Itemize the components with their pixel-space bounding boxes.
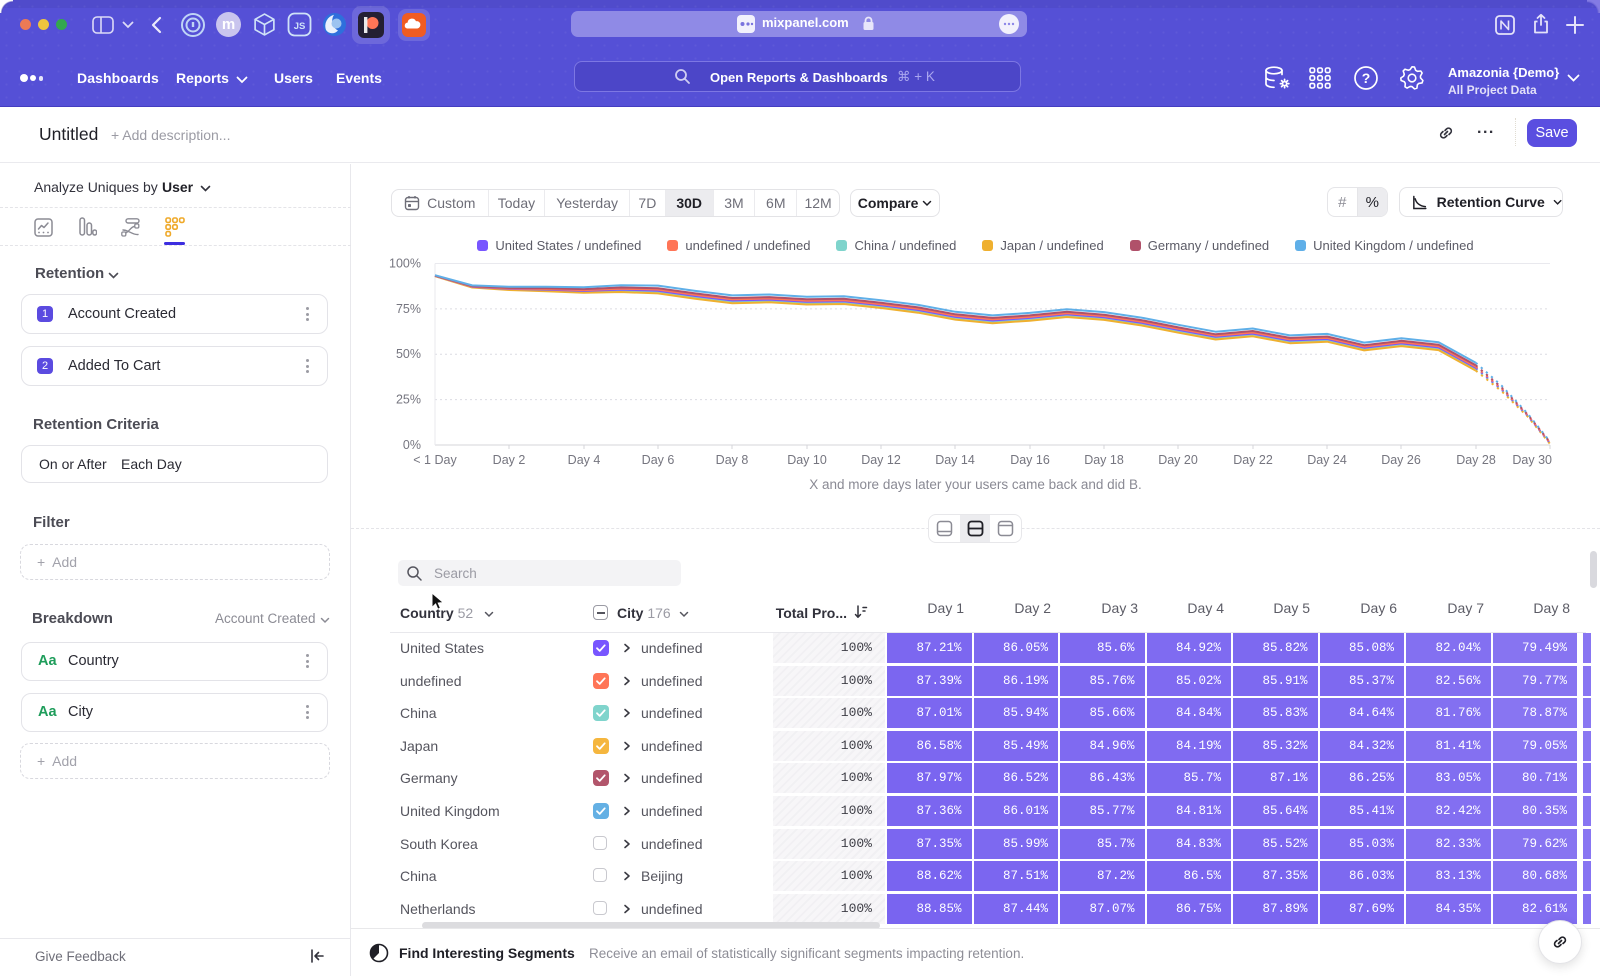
svg-text:25%: 25% [396, 393, 421, 407]
svg-text:Day 14: Day 14 [935, 453, 975, 467]
svg-text:Day 16: Day 16 [1010, 453, 1050, 467]
svg-text:100%: 100% [389, 257, 421, 271]
svg-text:Day 30: Day 30 [1512, 453, 1552, 467]
svg-text:0%: 0% [403, 438, 421, 452]
svg-text:Day 22: Day 22 [1233, 453, 1273, 467]
svg-text:75%: 75% [396, 302, 421, 316]
svg-text:Day 24: Day 24 [1307, 453, 1347, 467]
svg-text:Day 4: Day 4 [568, 453, 601, 467]
svg-text:Day 10: Day 10 [787, 453, 827, 467]
svg-text:Day 6: Day 6 [642, 453, 675, 467]
svg-text:Day 2: Day 2 [493, 453, 526, 467]
svg-text:Day 12: Day 12 [861, 453, 901, 467]
svg-text:Day 26: Day 26 [1381, 453, 1421, 467]
svg-text:?: ? [1362, 70, 1371, 86]
svg-text:Day 18: Day 18 [1084, 453, 1124, 467]
svg-text:JS: JS [294, 21, 306, 32]
svg-text:Day 28: Day 28 [1456, 453, 1496, 467]
svg-text:Day 20: Day 20 [1158, 453, 1198, 467]
svg-text:50%: 50% [396, 347, 421, 361]
svg-text:< 1 Day: < 1 Day [413, 453, 457, 467]
svg-text:Day 8: Day 8 [716, 453, 749, 467]
